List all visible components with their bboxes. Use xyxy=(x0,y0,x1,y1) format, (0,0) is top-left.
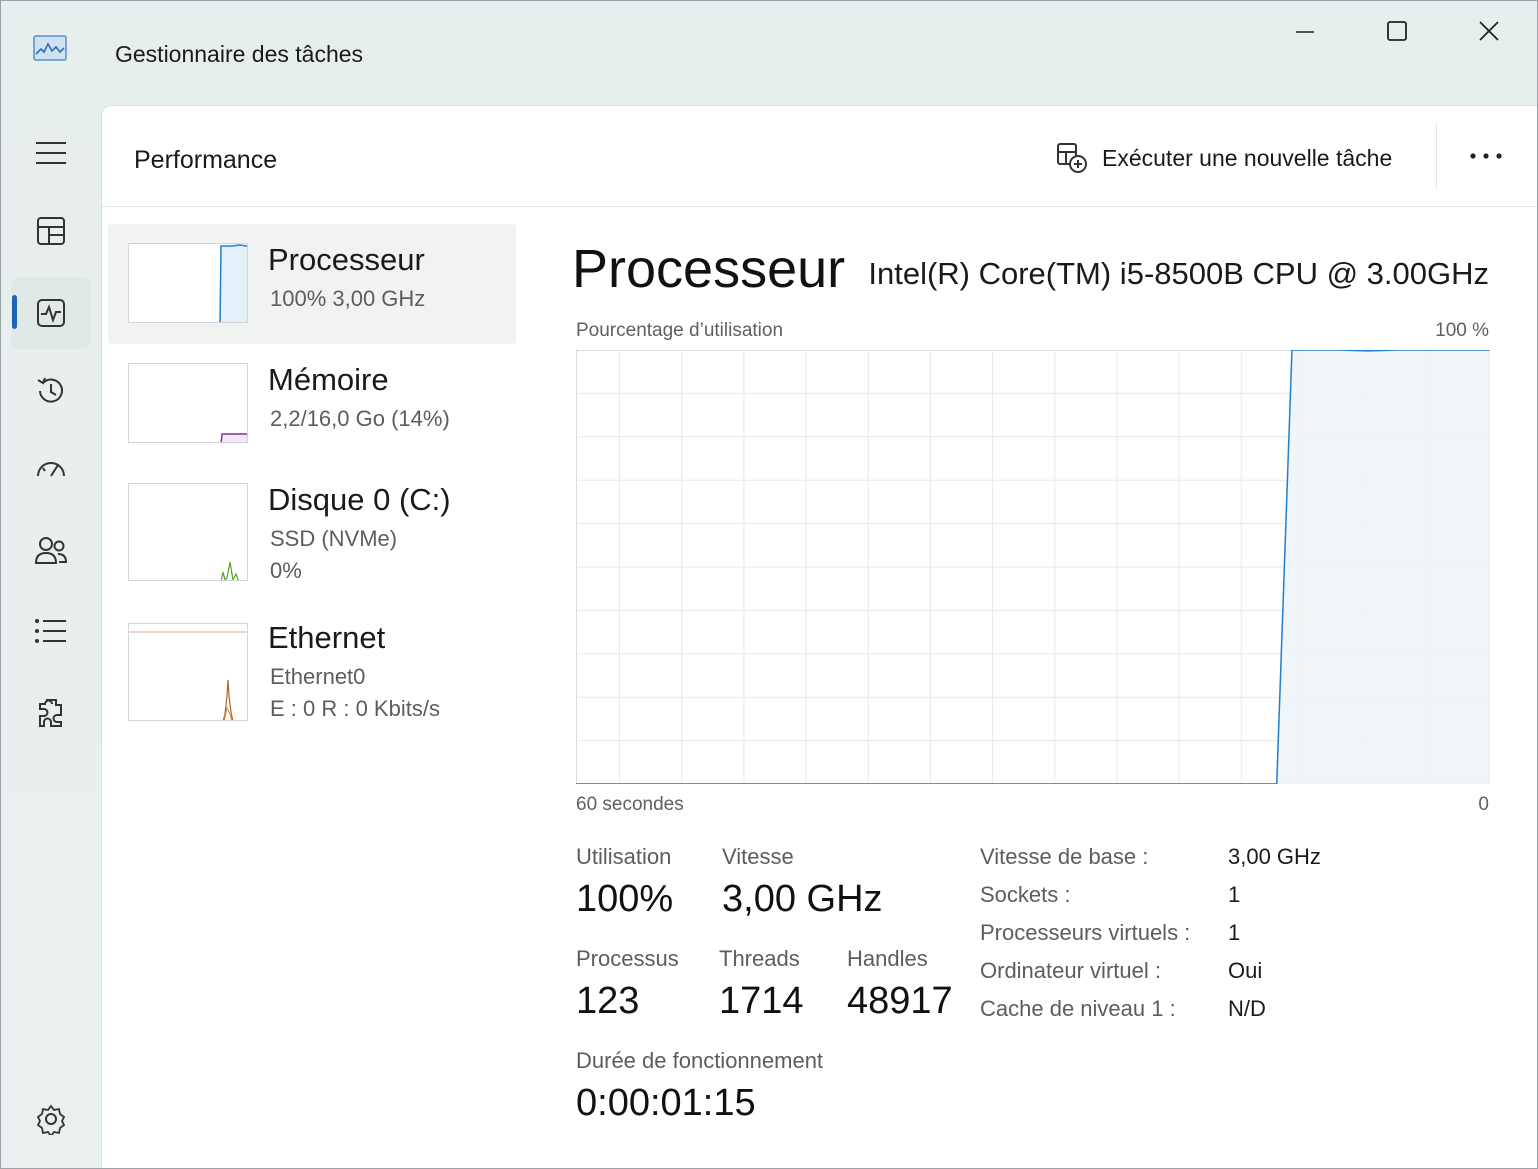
side-item-name: Ethernet xyxy=(268,620,386,655)
detail-key: Sockets : xyxy=(980,882,1071,907)
detail-value: N/D xyxy=(1228,996,1266,1021)
maximize-icon xyxy=(1387,21,1407,41)
side-item-sub: 100% 3,00 GHz xyxy=(270,286,426,311)
run-new-task-label: Exécuter une nouvelle tâche xyxy=(1102,144,1393,171)
detail-value: 1 xyxy=(1228,920,1241,945)
side-item-sub: Ethernet0 xyxy=(270,664,366,689)
detail-value: 3,00 GHz xyxy=(1228,844,1321,869)
chart-zero-label: 0 xyxy=(1478,794,1489,815)
side-item-sub2: 0% xyxy=(270,558,302,583)
nav-services[interactable] xyxy=(11,677,91,749)
page-title: Performance xyxy=(134,146,278,174)
users-icon xyxy=(34,537,68,564)
cpu-chart-svg xyxy=(576,349,1490,785)
performance-icon xyxy=(37,299,65,327)
header-separator xyxy=(1436,124,1437,188)
side-item-name: Processeur xyxy=(268,242,425,277)
threads-label: Threads xyxy=(719,946,800,971)
cpu-usage-chart xyxy=(576,349,1490,785)
cpu-model: Intel(R) Core(TM) i5-8500B CPU @ 3.00GHz xyxy=(868,256,1489,291)
detail-value: 1 xyxy=(1228,882,1241,907)
processus-label: Processus xyxy=(576,946,679,971)
ethernet-thumbnail xyxy=(128,623,248,721)
task-manager-icon xyxy=(33,35,67,61)
close-icon xyxy=(1479,21,1499,41)
nav-details[interactable] xyxy=(11,595,91,667)
minimize-icon xyxy=(1296,31,1314,33)
services-icon xyxy=(39,699,62,727)
nav-processes[interactable] xyxy=(11,195,91,267)
more-options-icon xyxy=(1470,153,1502,159)
content-panel: Performance Exécuter une nouvelle tâche xyxy=(101,105,1537,1168)
more-options-button[interactable] xyxy=(1460,136,1512,176)
settings-icon xyxy=(36,1104,66,1135)
chart-time-label: 60 secondes xyxy=(576,794,684,815)
maximize-button[interactable] xyxy=(1367,9,1427,53)
close-button[interactable] xyxy=(1459,9,1519,53)
detail-key: Vitesse de base : xyxy=(980,844,1149,869)
nav-startup-apps[interactable] xyxy=(11,435,91,507)
nav-app-history[interactable] xyxy=(11,355,91,427)
side-item-sub: SSD (NVMe) xyxy=(270,526,398,551)
side-item-name: Disque 0 (C:) xyxy=(268,482,451,517)
chart-y-label: Pourcentage d’utilisation xyxy=(576,320,784,341)
title-bar[interactable]: Gestionnaire des tâches xyxy=(1,1,1537,105)
window-title: Gestionnaire des tâches xyxy=(115,41,364,67)
nav-performance[interactable] xyxy=(11,277,91,349)
hamburger-menu-icon xyxy=(36,142,66,164)
header-bar: Performance Exécuter une nouvelle tâche xyxy=(102,106,1537,207)
task-manager-window: Gestionnaire des tâches Performance Exéc… xyxy=(0,0,1538,1169)
side-item-name: Mémoire xyxy=(268,362,389,397)
app-history-icon xyxy=(37,377,63,403)
detail-key: Ordinateur virtuel : xyxy=(980,958,1161,983)
uptime-label: Durée de fonctionnement xyxy=(576,1048,824,1073)
details-icon xyxy=(35,619,66,643)
vitesse-label: Vitesse xyxy=(722,844,794,869)
vitesse-value: 3,00 GHz xyxy=(722,878,883,920)
detail-key: Cache de niveau 1 : xyxy=(980,996,1176,1021)
run-new-task-icon xyxy=(1057,143,1087,173)
cpu-title: Processeur xyxy=(572,239,846,299)
nav-settings[interactable] xyxy=(11,1083,91,1155)
side-item-sub: 2,2/16,0 Go (14%) xyxy=(270,406,450,431)
side-item-ethernet[interactable]: Ethernet Ethernet0 E : 0 R : 0 Kbits/s xyxy=(108,604,516,724)
minimize-button[interactable] xyxy=(1275,9,1335,53)
detail-key: Processeurs virtuels : xyxy=(980,920,1191,945)
disque-thumbnail xyxy=(128,483,248,581)
side-item-sub2: E : 0 R : 0 Kbits/s xyxy=(270,696,440,721)
side-item-disque[interactable]: Disque 0 (C:) SSD (NVMe) 0% xyxy=(108,464,516,584)
utilisation-label: Utilisation xyxy=(576,844,672,869)
handles-value: 48917 xyxy=(847,980,953,1022)
detail-value: Oui xyxy=(1228,958,1263,983)
memoire-thumbnail xyxy=(128,363,248,443)
side-item-processeur[interactable]: Processeur 100% 3,00 GHz xyxy=(108,224,516,344)
hamburger-menu-button[interactable] xyxy=(11,117,91,189)
processeur-thumbnail xyxy=(128,243,248,323)
uptime-value: 0:00:01:15 xyxy=(576,1082,756,1124)
startup-apps-icon xyxy=(37,462,65,477)
chart-max-label: 100 % xyxy=(1435,320,1489,341)
side-item-memoire[interactable]: Mémoire 2,2/16,0 Go (14%) xyxy=(108,344,516,464)
processus-value: 123 xyxy=(576,980,640,1022)
handles-label: Handles xyxy=(847,946,928,971)
run-new-task-button[interactable]: Exécuter une nouvelle tâche xyxy=(1056,138,1392,178)
threads-value: 1714 xyxy=(719,980,804,1022)
nav-users[interactable] xyxy=(11,515,91,587)
utilisation-value: 100% xyxy=(576,878,674,920)
processes-icon xyxy=(37,217,65,245)
active-nav-indicator xyxy=(12,295,17,329)
